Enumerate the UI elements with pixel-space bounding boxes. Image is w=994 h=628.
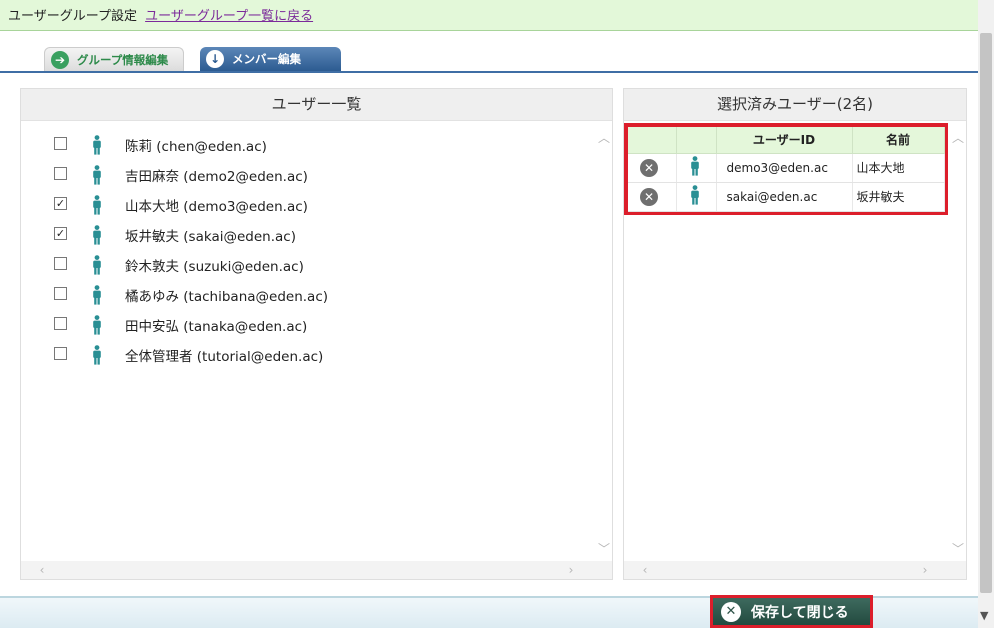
user-list-panel: ユーザー一覧 陈莉 (chen@eden.ac) 吉田麻奈 (demo2@eden…	[20, 88, 613, 580]
icon-cell	[676, 153, 717, 183]
user-list-item-label: 田中安弘 (tanaka@eden.ac)	[125, 319, 308, 335]
icon-cell	[676, 182, 717, 212]
user-checkbox[interactable]: ✓	[54, 227, 67, 240]
user-list-item[interactable]: 全体管理者 (tutorial@eden.ac)	[21, 339, 591, 369]
table-header-row: ユーザーID 名前	[628, 127, 945, 154]
scroll-left-icon[interactable]: ‹	[35, 563, 49, 577]
user-id-cell: sakai@eden.ac	[716, 182, 853, 212]
person-icon	[91, 345, 103, 365]
user-list-title: ユーザー一覧	[21, 89, 612, 121]
user-list-item[interactable]: 吉田麻奈 (demo2@eden.ac)	[21, 159, 591, 189]
window-scroll-down-icon[interactable]: ▼	[980, 609, 988, 622]
tab-group-info-label: グループ情報編集	[77, 52, 169, 67]
user-list-item-label: 吉田麻奈 (demo2@eden.ac)	[125, 169, 308, 185]
scroll-up-icon[interactable]: ︿	[952, 132, 964, 144]
remove-user-icon[interactable]: ✕	[640, 158, 658, 177]
user-checkbox[interactable]	[54, 137, 67, 150]
person-icon	[91, 135, 103, 155]
person-icon	[689, 185, 701, 208]
person-icon	[91, 315, 103, 335]
selected-users-panel: 選択済みユーザー(2名) ユーザーID 名前 ✕ demo3@eden.ac 山…	[623, 88, 967, 580]
user-list-item-label: 橘あゆみ (tachibana@eden.ac)	[125, 289, 329, 305]
user-name-cell: 山本大地	[852, 153, 945, 183]
remove-cell: ✕	[628, 153, 677, 183]
tab-group-info[interactable]: ➔ グループ情報編集	[44, 47, 184, 71]
remove-cell: ✕	[628, 182, 677, 212]
save-and-close-button[interactable]: ✕ 保存して閉じる	[710, 595, 873, 628]
selected-users-title: 選択済みユーザー(2名)	[624, 89, 966, 121]
column-header-icon	[676, 127, 717, 154]
user-list-item[interactable]: ✓ 坂井敏夫 (sakai@eden.ac)	[21, 219, 591, 249]
window-scrollbar-thumb[interactable]	[980, 33, 992, 593]
person-icon	[91, 165, 103, 185]
scroll-right-icon[interactable]: ›	[564, 563, 578, 577]
column-header-remove	[628, 127, 677, 154]
back-to-group-list-link[interactable]: ユーザーグループ一覧に戻る	[145, 9, 313, 24]
arrow-down-icon: ↓	[206, 50, 224, 68]
person-icon	[689, 156, 701, 179]
close-icon: ✕	[721, 601, 741, 622]
user-checkbox[interactable]	[54, 167, 67, 180]
selected-users-horizontal-scrollbar[interactable]: ‹ ›	[624, 561, 966, 579]
user-list-vertical-scrollbar[interactable]: ︿ ﹀	[596, 122, 612, 561]
user-checkbox[interactable]	[54, 317, 67, 330]
scroll-down-icon[interactable]: ﹀	[952, 543, 964, 555]
table-row: ✕ sakai@eden.ac 坂井敏夫	[628, 182, 945, 212]
user-list-item[interactable]: 鈴木敦夫 (suzuki@eden.ac)	[21, 249, 591, 279]
user-list-item-label: 全体管理者 (tutorial@eden.ac)	[125, 349, 324, 365]
column-header-name[interactable]: 名前	[852, 127, 945, 154]
user-checkbox[interactable]	[54, 287, 67, 300]
person-icon	[91, 255, 103, 275]
user-list-item[interactable]: 田中安弘 (tanaka@eden.ac)	[21, 309, 591, 339]
person-icon	[91, 285, 103, 305]
selected-users-vertical-scrollbar[interactable]: ︿ ﹀	[950, 122, 966, 561]
user-list-item-label: 坂井敏夫 (sakai@eden.ac)	[125, 229, 296, 245]
arrow-right-icon: ➔	[51, 50, 69, 69]
column-header-user-id[interactable]: ユーザーID	[716, 127, 853, 154]
table-row: ✕ demo3@eden.ac 山本大地	[628, 153, 945, 183]
user-checkbox[interactable]	[54, 257, 67, 270]
page-header: ユーザーグループ設定 ユーザーグループ一覧に戻る	[0, 0, 978, 31]
user-list-item[interactable]: ✓ 山本大地 (demo3@eden.ac)	[21, 189, 591, 219]
user-checkbox[interactable]	[54, 347, 67, 360]
user-list-item-label: 山本大地 (demo3@eden.ac)	[125, 199, 308, 215]
scroll-down-icon[interactable]: ﹀	[598, 543, 610, 555]
scroll-right-icon[interactable]: ›	[918, 563, 932, 577]
person-icon	[91, 225, 103, 245]
user-list-item[interactable]: 橘あゆみ (tachibana@eden.ac)	[21, 279, 591, 309]
selected-users-table: ユーザーID 名前 ✕ demo3@eden.ac 山本大地 ✕ sakai@eden.…	[628, 127, 945, 212]
tab-member-edit-label: メンバー編集	[232, 52, 301, 66]
user-id-cell: demo3@eden.ac	[716, 153, 853, 183]
selected-users-table-highlight: ユーザーID 名前 ✕ demo3@eden.ac 山本大地 ✕ sakai@eden.…	[624, 123, 948, 215]
user-checkbox[interactable]: ✓	[54, 197, 67, 210]
user-name-cell: 坂井敏夫	[852, 182, 945, 212]
scroll-left-icon[interactable]: ‹	[638, 563, 652, 577]
user-list-item[interactable]: 陈莉 (chen@eden.ac)	[21, 129, 591, 159]
save-and-close-label: 保存して閉じる	[751, 604, 849, 621]
user-list: 陈莉 (chen@eden.ac) 吉田麻奈 (demo2@eden.ac) ✓ 山本…	[21, 129, 591, 369]
user-list-item-label: 鈴木敦夫 (suzuki@eden.ac)	[125, 259, 304, 275]
scroll-up-icon[interactable]: ︿	[598, 132, 610, 144]
user-group-settings-page: ユーザーグループ設定 ユーザーグループ一覧に戻る ➔ グループ情報編集 ↓ メン…	[0, 0, 994, 628]
window-scrollbar[interactable]: ▼	[978, 0, 994, 628]
remove-user-icon[interactable]: ✕	[640, 187, 658, 206]
tab-member-edit[interactable]: ↓ メンバー編集	[200, 47, 341, 71]
person-icon	[91, 195, 103, 215]
tab-bar: ➔ グループ情報編集 ↓ メンバー編集	[0, 47, 978, 73]
user-list-item-label: 陈莉 (chen@eden.ac)	[125, 139, 267, 155]
page-title: ユーザーグループ設定	[8, 9, 137, 24]
user-list-horizontal-scrollbar[interactable]: ‹ ›	[21, 561, 612, 579]
